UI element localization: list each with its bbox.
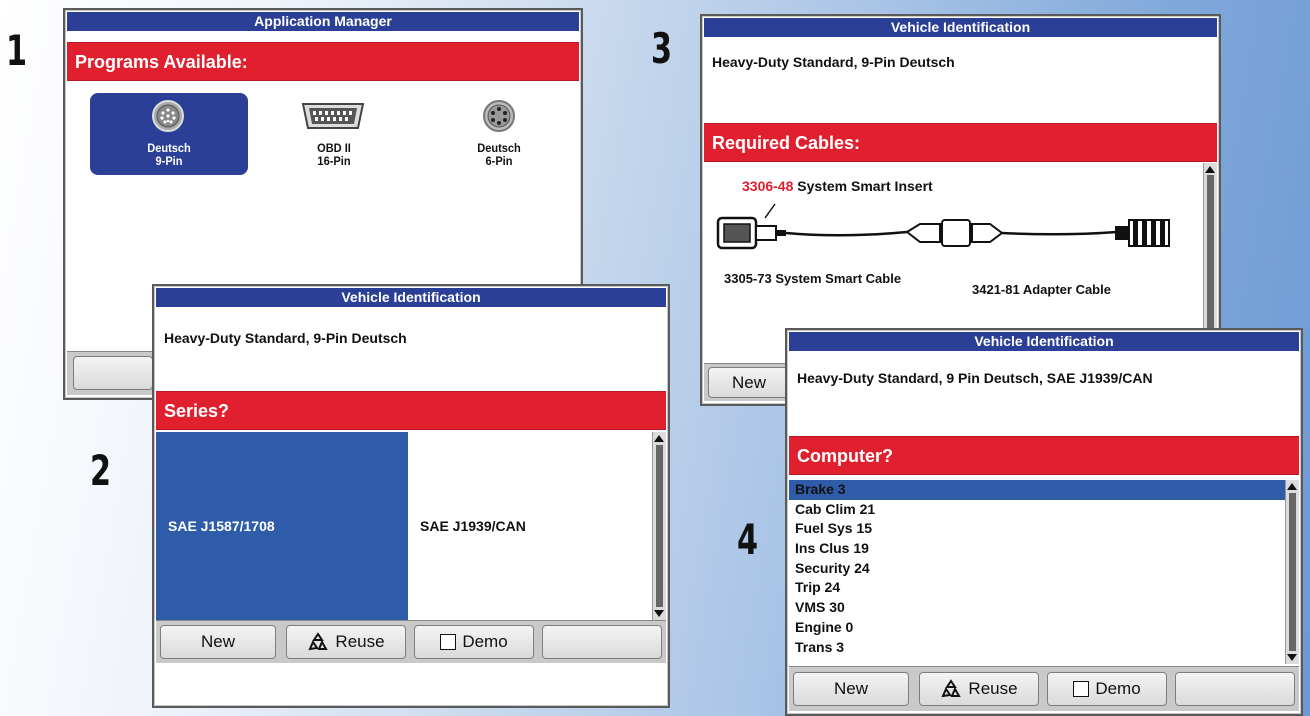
scrollbar[interactable] xyxy=(1285,480,1299,664)
window-title: Application Manager xyxy=(67,12,579,31)
partial-button[interactable] xyxy=(73,356,153,390)
computer-window: Vehicle Identification Heavy-Duty Standa… xyxy=(785,328,1303,716)
button-row: New Reuse Demo xyxy=(789,666,1299,711)
series-option-j1587[interactable]: SAE J1587/1708 xyxy=(156,432,408,620)
button-row: New Reuse Demo xyxy=(156,620,666,663)
smart-insert-connector-icon xyxy=(716,216,786,250)
connector-label: Deutsch 6-Pin xyxy=(477,141,521,168)
series-header: Series? xyxy=(156,391,666,430)
new-button[interactable]: New xyxy=(160,625,276,659)
demo-checkbox[interactable] xyxy=(1073,681,1090,697)
scroll-up-arrow-icon[interactable] xyxy=(654,435,664,442)
window-title: Vehicle Identification xyxy=(789,332,1299,351)
reuse-button[interactable]: Reuse xyxy=(919,672,1039,706)
demo-toggle[interactable]: Demo xyxy=(1047,672,1167,706)
new-button[interactable]: New xyxy=(708,367,790,398)
scroll-up-arrow-icon[interactable] xyxy=(1287,483,1297,490)
list-item-selected[interactable]: Brake 3 xyxy=(789,480,1285,500)
vehicle-info-text: Heavy-Duty Standard, 9 Pin Deutsch, SAE … xyxy=(797,370,1153,386)
list-item[interactable]: VMS 30 xyxy=(789,598,1285,618)
new-button[interactable]: New xyxy=(793,672,909,706)
connector-deutsch-9pin[interactable]: Deutsch 9-Pin xyxy=(90,93,248,175)
smart-insert-label: 3306-48 System Smart Insert xyxy=(742,178,933,194)
recycle-icon xyxy=(941,679,962,698)
connector-label: OBD II 16-Pin xyxy=(317,141,351,168)
scroll-down-arrow-icon[interactable] xyxy=(1287,654,1297,661)
scroll-thumb[interactable] xyxy=(656,445,663,607)
series-window: Vehicle Identification Heavy-Duty Standa… xyxy=(152,284,670,708)
connector-obd2-16pin[interactable]: OBD II 16-Pin xyxy=(255,93,413,175)
recycle-icon xyxy=(308,632,329,651)
scroll-thumb[interactable] xyxy=(1289,493,1296,651)
vehicle-info-text: Heavy-Duty Standard, 9-Pin Deutsch xyxy=(712,54,955,70)
list-item[interactable]: Ins Clus 19 xyxy=(789,539,1285,559)
list-item[interactable]: Fuel Sys 15 xyxy=(789,519,1285,539)
scrollbar[interactable] xyxy=(652,432,666,620)
cable-diagram xyxy=(716,203,1170,250)
empty-button[interactable] xyxy=(1175,672,1295,706)
list-item[interactable]: Cab Clim 21 xyxy=(789,500,1285,520)
programs-available-header: Programs Available: xyxy=(67,42,579,81)
step-number-3: 3 xyxy=(651,24,673,73)
window-title: Vehicle Identification xyxy=(704,18,1217,37)
adapter-cable-label: 3421-81 Adapter Cable xyxy=(972,282,1111,297)
vehicle-info-text: Heavy-Duty Standard, 9-Pin Deutsch xyxy=(164,330,407,346)
empty-button[interactable] xyxy=(542,625,662,659)
required-cables-header: Required Cables: xyxy=(704,123,1217,162)
computer-header: Computer? xyxy=(789,436,1299,475)
list-item[interactable]: Trans 3 xyxy=(789,638,1285,658)
step-number-4: 4 xyxy=(737,515,759,564)
demo-toggle[interactable]: Demo xyxy=(414,625,534,659)
list-item[interactable]: Engine 0 xyxy=(789,618,1285,638)
window-title: Vehicle Identification xyxy=(156,288,666,307)
round-9pin-connector-icon xyxy=(152,100,184,132)
connector-label: Deutsch 9-Pin xyxy=(147,141,191,168)
obd2-connector-icon xyxy=(301,103,365,129)
reuse-button[interactable]: Reuse xyxy=(286,625,406,659)
inline-cable-connector-icon xyxy=(905,219,1004,247)
scroll-down-arrow-icon[interactable] xyxy=(654,610,664,617)
scroll-up-arrow-icon[interactable] xyxy=(1205,166,1215,173)
system-smart-cable-label: 3305-73 System Smart Cable xyxy=(724,271,902,286)
step-number-2: 2 xyxy=(90,446,112,495)
scroll-thumb[interactable] xyxy=(1207,175,1214,351)
connector-deutsch-6pin[interactable]: Deutsch 6-Pin xyxy=(420,93,578,175)
list-item[interactable]: Security 24 xyxy=(789,559,1285,579)
demo-checkbox[interactable] xyxy=(440,634,457,650)
round-6pin-connector-icon xyxy=(483,100,515,132)
adapter-connector-icon xyxy=(1115,219,1170,247)
step-number-1: 1 xyxy=(6,26,28,75)
list-item[interactable]: Trip 24 xyxy=(789,578,1285,598)
series-option-j1939[interactable]: SAE J1939/CAN xyxy=(408,432,648,620)
computer-list: Brake 3 Cab Clim 21 Fuel Sys 15 Ins Clus… xyxy=(789,480,1285,664)
